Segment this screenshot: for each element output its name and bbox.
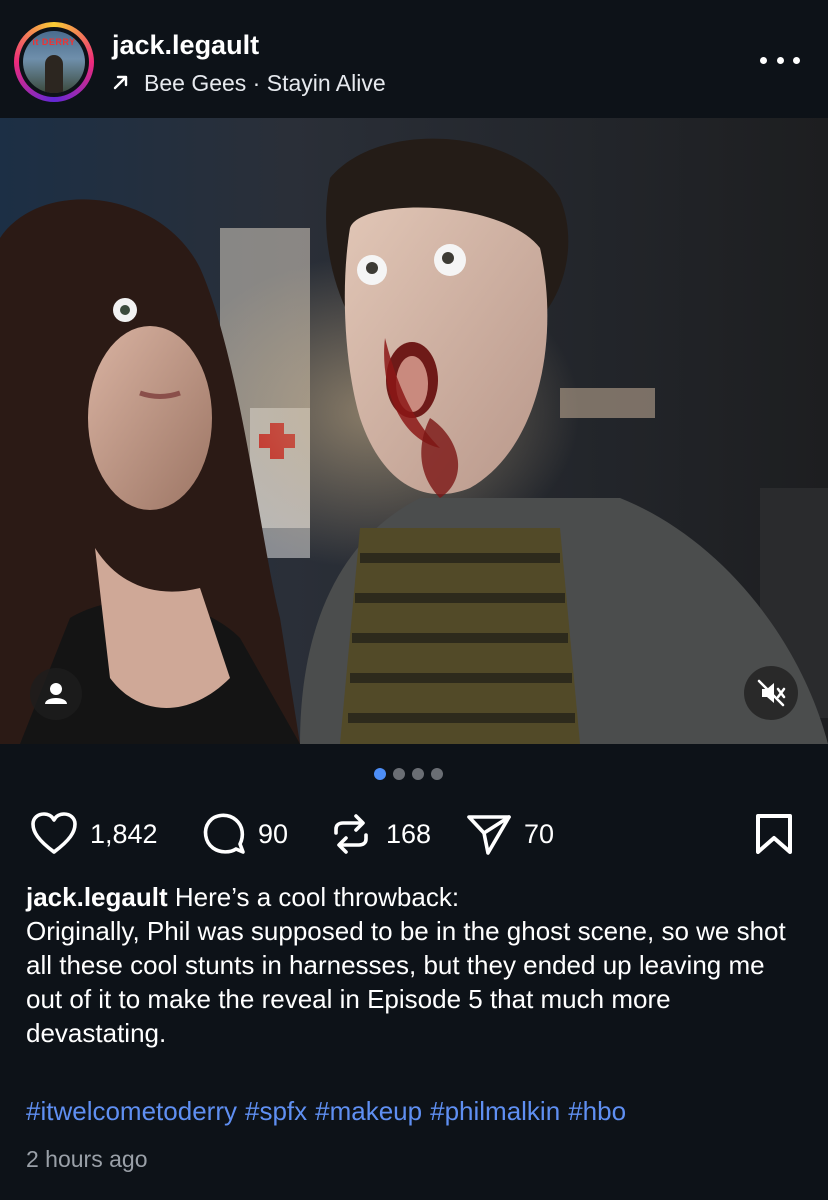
hashtag-link[interactable]: #itwelcometoderry bbox=[26, 1096, 237, 1126]
repost-action[interactable]: 168 bbox=[328, 808, 431, 860]
caption-first-line: Here’s a cool throwback: bbox=[167, 882, 460, 912]
avatar[interactable]: it DERRY bbox=[19, 27, 89, 97]
hashtag-link[interactable]: #hbo bbox=[568, 1096, 626, 1126]
post-caption: jack.legault Here’s a cool throwback: Or… bbox=[26, 880, 806, 1050]
story-ring[interactable]: it DERRY bbox=[14, 22, 94, 102]
more-options-icon[interactable] bbox=[760, 48, 800, 72]
send-icon bbox=[467, 815, 511, 855]
hashtag-link[interactable]: #philmalkin bbox=[430, 1096, 560, 1126]
avatar-person-figure bbox=[45, 55, 63, 93]
more-dot bbox=[793, 56, 800, 64]
more-dot bbox=[776, 56, 784, 64]
author-username[interactable]: jack.legault bbox=[112, 30, 259, 61]
more-dot bbox=[760, 56, 767, 64]
music-attribution[interactable]: Bee Gees · Stayin Alive bbox=[112, 70, 386, 97]
volume-muted-icon bbox=[757, 679, 786, 707]
repost-icon bbox=[334, 814, 368, 854]
share-count: 70 bbox=[524, 818, 555, 849]
like-count: 1,842 bbox=[90, 818, 158, 849]
avatar-logo: it DERRY bbox=[32, 37, 76, 47]
comment-action[interactable]: 90 bbox=[202, 808, 288, 860]
music-text: Bee Gees · Stayin Alive bbox=[144, 70, 386, 96]
hashtag-list: #itwelcometoderry #spfx #makeup #philmalkin… bbox=[26, 1096, 634, 1127]
comment-icon bbox=[203, 813, 245, 854]
bookmark-icon[interactable] bbox=[754, 814, 794, 859]
carousel-dot bbox=[431, 768, 443, 780]
hashtag-link[interactable]: #makeup bbox=[315, 1096, 422, 1126]
avatar-image: it DERRY bbox=[23, 31, 85, 93]
heart-icon bbox=[31, 812, 77, 854]
comment-count: 90 bbox=[258, 818, 289, 849]
action-bar: 1,842 90 168 70 bbox=[30, 808, 800, 860]
post-photo[interactable] bbox=[0, 118, 828, 744]
like-action[interactable]: 1,842 bbox=[30, 808, 158, 860]
photo-illustration bbox=[0, 118, 828, 744]
caption-body: Originally, Phil was supposed to be in t… bbox=[26, 916, 786, 1048]
hashtag-link[interactable]: #spfx bbox=[245, 1096, 307, 1126]
post-timestamp: 2 hours ago bbox=[26, 1146, 148, 1172]
share-action[interactable]: 70 bbox=[466, 808, 554, 860]
arrow-up-right-icon bbox=[112, 71, 130, 97]
carousel-indicator bbox=[374, 768, 443, 780]
repost-count: 168 bbox=[386, 818, 432, 849]
carousel-dot bbox=[393, 768, 405, 780]
post-header: it DERRY jack.legault Bee Gees · Stayin … bbox=[0, 0, 828, 118]
mute-button[interactable] bbox=[744, 666, 798, 720]
carousel-dot bbox=[412, 768, 424, 780]
carousel-dot-active bbox=[374, 768, 386, 780]
user-tag-button[interactable] bbox=[30, 668, 82, 720]
caption-username[interactable]: jack.legault bbox=[26, 882, 168, 912]
user-tag-icon bbox=[45, 683, 67, 704]
